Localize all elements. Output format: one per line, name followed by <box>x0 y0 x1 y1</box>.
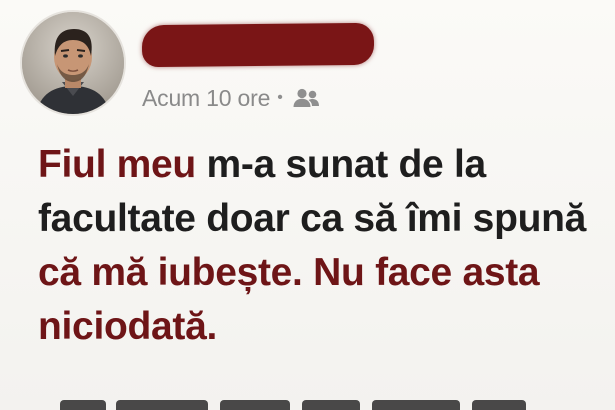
social-post: Acum 10 ore • Fiul meu m-a sunat de la fa… <box>0 0 615 410</box>
author-avatar[interactable] <box>22 12 124 114</box>
next-line-cutoff <box>60 398 530 410</box>
highlighted-text: Fiul meu <box>38 143 196 186</box>
highlighted-text: Nu face asta <box>313 251 540 294</box>
post-meta: Acum 10 ore • <box>142 84 321 112</box>
redacted-author-name[interactable] <box>141 22 375 68</box>
post-text-line: că mă iubește. Nu face asta <box>38 246 608 300</box>
highlighted-text: niciodată. <box>38 305 218 348</box>
body-text: m-a sunat de la <box>195 143 486 186</box>
post-text-line: niciodată. <box>38 300 608 354</box>
highlighted-text: că mă iubește. <box>38 251 314 294</box>
post-timestamp[interactable]: Acum 10 ore <box>142 85 270 112</box>
body-text: facultate doar ca să îmi spună <box>38 197 587 240</box>
friends-icon[interactable] <box>291 87 321 109</box>
post-text-line: facultate doar ca să îmi spună <box>38 192 608 246</box>
meta-separator: • <box>277 89 283 106</box>
post-text: Fiul meu m-a sunat de la facultate doar c… <box>38 138 608 354</box>
post-text-line: Fiul meu m-a sunat de la <box>38 138 608 192</box>
avatar-photo <box>22 12 124 114</box>
